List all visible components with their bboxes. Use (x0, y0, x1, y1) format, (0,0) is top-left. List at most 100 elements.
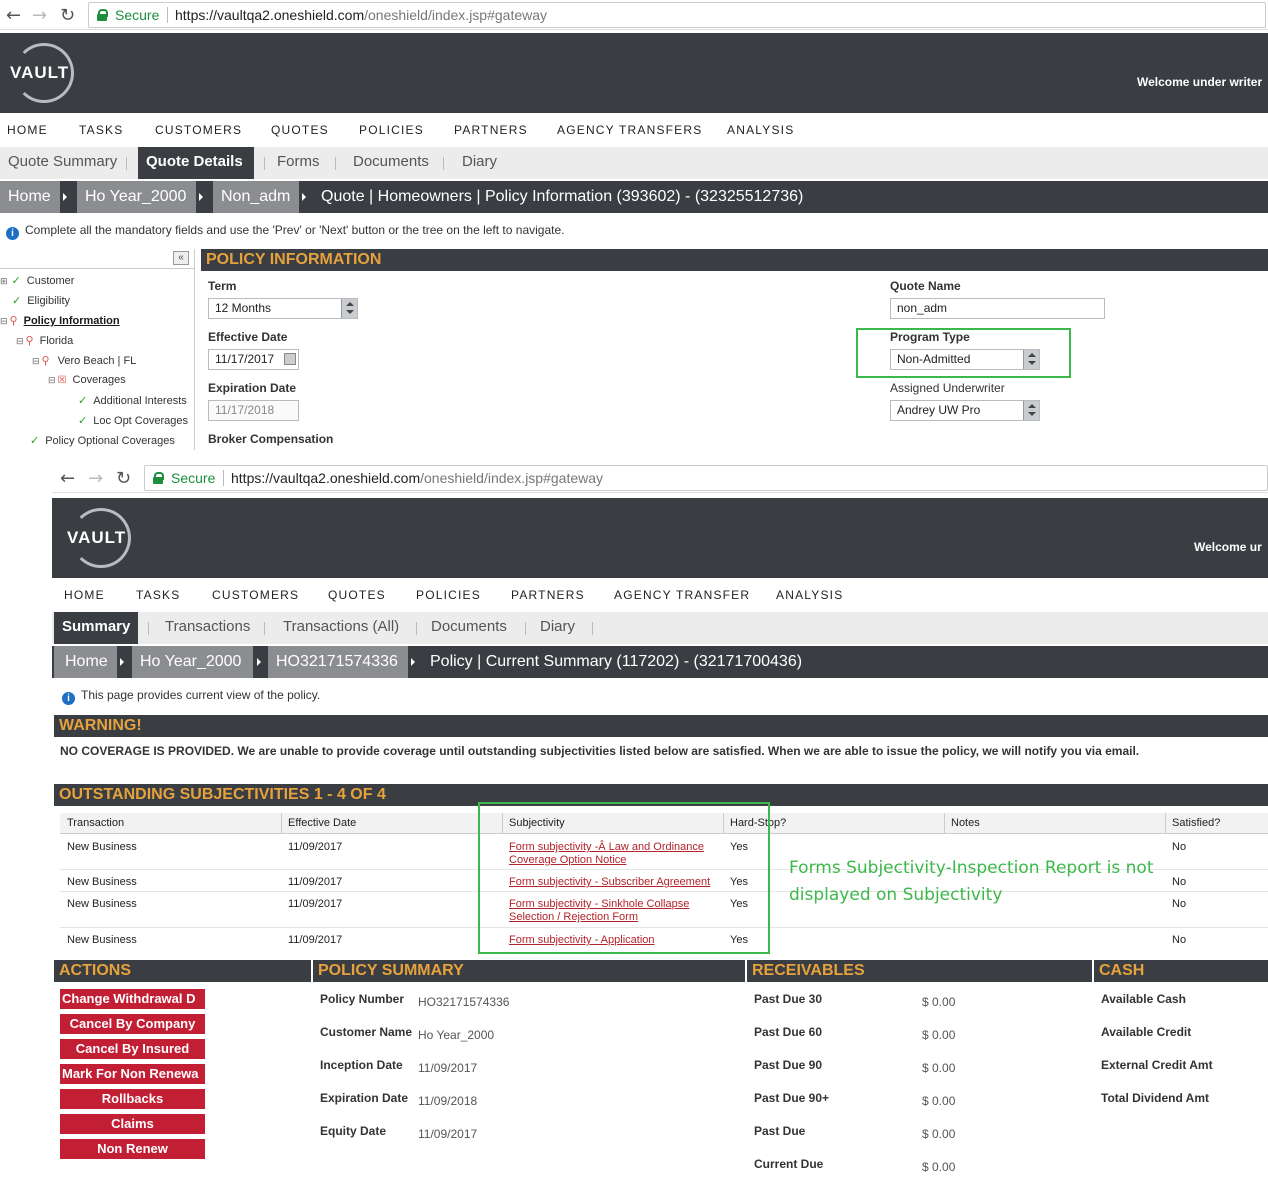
app-header: VAULT Welcome ur (52, 498, 1268, 578)
col-notes[interactable]: Notes (951, 817, 980, 829)
col-satisfied[interactable]: Satisfied? (1172, 817, 1220, 829)
inception-date-label: Inception Date (320, 1058, 403, 1072)
nav-tasks[interactable]: TASKS (79, 123, 123, 137)
tab-quote-details[interactable]: Quote Details (138, 147, 254, 179)
expiration-date-label: Expiration Date (320, 1091, 409, 1105)
breadcrumb-home[interactable]: Home (0, 181, 60, 213)
vault-logo[interactable]: VAULT (67, 508, 131, 568)
underwriter-select[interactable]: Andrey UW Pro (890, 400, 1040, 421)
back-icon[interactable]: ← (6, 5, 21, 26)
tab-diary[interactable]: Diary (532, 612, 583, 644)
nav-agency-transfer[interactable]: AGENCY TRANSFER (614, 588, 750, 602)
breadcrumb-policy[interactable]: HO32171574336 (268, 646, 408, 678)
browser-toolbar: ← → ↻ Secure https://vaultqa2.oneshield.… (52, 463, 1268, 493)
expiration-date-label: Expiration Date (208, 381, 297, 395)
tree-item-florida[interactable]: ⊟ ⚲ Florida (16, 334, 73, 347)
cell-effective-date: 11/09/2017 (288, 876, 343, 888)
tree-item-policy-information[interactable]: ⊟ ⚲ Policy Information (0, 314, 120, 327)
col-transaction[interactable]: Transaction (67, 817, 124, 829)
bottom-screenshot: ← → ↻ Secure https://vaultqa2.oneshield.… (52, 463, 1268, 1180)
info-message: i Complete all the mandatory fields and u… (6, 223, 564, 240)
tree-item-eligibility[interactable]: ✓ Eligibility (12, 294, 70, 307)
tree-item-loc-opt-coverages[interactable]: ✓ Loc Opt Coverages (78, 414, 188, 427)
past-due-90-value: $ 0.00 (922, 1061, 956, 1075)
nav-quotes[interactable]: QUOTES (328, 588, 386, 602)
past-due-label: Past Due (754, 1124, 806, 1138)
tab-quote-summary[interactable]: Quote Summary (0, 147, 125, 179)
nav-customers[interactable]: CUSTOMERS (155, 123, 242, 137)
program-type-highlight (856, 328, 1071, 378)
back-icon[interactable]: ← (60, 468, 75, 489)
breadcrumb-quote[interactable]: Non_adm (213, 181, 299, 213)
tab-transactions-all[interactable]: Transactions (All) (275, 612, 407, 644)
quote-name-input[interactable]: non_adm (890, 298, 1105, 319)
change-withdrawal-button[interactable]: Change Withdrawal D (60, 989, 205, 1009)
page-title: Policy | Current Summary (117202) - (321… (430, 653, 803, 670)
select-arrows-icon (1023, 401, 1039, 420)
nav-policies[interactable]: POLICIES (359, 123, 424, 137)
rollbacks-button[interactable]: Rollbacks (60, 1089, 205, 1109)
past-due-60-value: $ 0.00 (922, 1028, 956, 1042)
effective-date-input[interactable]: 11/17/2017 (208, 349, 299, 370)
term-select[interactable]: 12 Months (208, 298, 358, 319)
cancel-by-insured-button[interactable]: Cancel By Insured (60, 1039, 205, 1059)
mark-for-non-renewal-button[interactable]: Mark For Non Renewa (60, 1064, 205, 1084)
forward-icon[interactable]: → (88, 468, 103, 489)
tab-forms[interactable]: Forms (269, 147, 328, 179)
claims-button[interactable]: Claims (60, 1114, 205, 1134)
inception-date-value: 11/09/2017 (418, 1061, 478, 1075)
broker-compensation-label: Broker Compensation (208, 432, 334, 446)
breadcrumb-customer[interactable]: Ho Year_2000 (77, 181, 196, 213)
nav-partners[interactable]: PARTNERS (454, 123, 528, 137)
nav-partners[interactable]: PARTNERS (511, 588, 585, 602)
forward-icon[interactable]: → (32, 5, 47, 26)
breadcrumb-customer[interactable]: Ho Year_2000 (132, 646, 253, 678)
cell-satisfied: No (1172, 898, 1187, 910)
nav-home[interactable]: HOME (64, 588, 105, 602)
tab-documents[interactable]: Documents (345, 147, 437, 179)
nav-agency-transfers[interactable]: AGENCY TRANSFERS (557, 123, 702, 137)
nav-tasks[interactable]: TASKS (136, 588, 180, 602)
nav-quotes[interactable]: QUOTES (271, 123, 329, 137)
address-bar[interactable]: Secure https://vaultqa2.oneshield.com/on… (88, 2, 1266, 28)
tab-diary[interactable]: Diary (454, 147, 505, 179)
annotation-note: Forms Subjectivity-Inspection Report is … (789, 858, 1154, 905)
subjectivity-highlight (478, 802, 770, 954)
warning-header: WARNING! (54, 715, 1268, 737)
tab-documents[interactable]: Documents (423, 612, 515, 644)
secure-label: Secure (115, 7, 160, 23)
tab-summary[interactable]: Summary (54, 612, 138, 644)
tree-item-policy-optional-coverages[interactable]: ✓ Policy Optional Coverages (30, 434, 175, 447)
past-due-90-plus-value: $ 0.00 (922, 1094, 956, 1108)
current-due-value: $ 0.00 (922, 1160, 956, 1174)
breadcrumb-home[interactable]: Home (54, 646, 117, 678)
calendar-icon[interactable] (284, 353, 296, 365)
past-due-90-label: Past Due 90 (754, 1058, 823, 1072)
tree-item-location[interactable]: ⊟ ⚲ Vero Beach | FL (32, 354, 136, 367)
tree-item-customer[interactable]: ⊞ ✓ Customer (0, 274, 74, 287)
past-due-90-plus-label: Past Due 90+ (754, 1091, 830, 1105)
cancel-by-company-button[interactable]: Cancel By Company (60, 1014, 205, 1034)
collapse-panel-icon[interactable]: « (173, 251, 189, 265)
reload-icon[interactable]: ↻ (116, 468, 131, 489)
nav-home[interactable]: HOME (7, 123, 48, 137)
quote-name-label: Quote Name (890, 279, 961, 293)
past-due-value: $ 0.00 (922, 1127, 956, 1141)
cell-effective-date: 11/09/2017 (288, 841, 343, 853)
address-bar[interactable]: Secure https://vaultqa2.oneshield.com/on… (144, 465, 1268, 491)
tree-item-additional-interests[interactable]: ✓ Additional Interests (78, 394, 187, 407)
col-effective-date[interactable]: Effective Date (288, 817, 356, 829)
non-renew-button[interactable]: Non Renew (60, 1139, 205, 1159)
sub-tabs: Quote Summary Quote Details Forms Docume… (0, 147, 1268, 179)
reload-icon[interactable]: ↻ (60, 5, 75, 26)
nav-analysis[interactable]: ANALYSIS (776, 588, 843, 602)
tree-item-coverages[interactable]: ⊟ ☒ Coverages (48, 374, 126, 386)
cell-transaction: New Business (67, 841, 137, 853)
nav-analysis[interactable]: ANALYSIS (727, 123, 794, 137)
vault-logo[interactable]: VAULT (10, 43, 74, 103)
nav-policies[interactable]: POLICIES (416, 588, 481, 602)
nav-customers[interactable]: CUSTOMERS (212, 588, 299, 602)
available-cash-label: Available Cash (1101, 992, 1186, 1006)
lock-icon (153, 472, 164, 484)
tab-transactions[interactable]: Transactions (157, 612, 258, 644)
